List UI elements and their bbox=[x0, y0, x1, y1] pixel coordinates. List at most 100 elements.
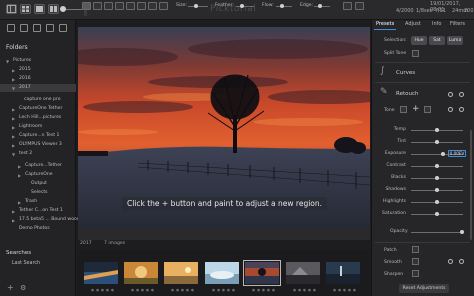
film-thumb-selected[interactable] bbox=[243, 260, 281, 286]
tab-filters[interactable]: Filters bbox=[450, 21, 465, 28]
film-thumb[interactable] bbox=[124, 262, 158, 284]
patch-tool-icon[interactable] bbox=[412, 246, 419, 253]
opacity-slider[interactable] bbox=[411, 232, 463, 233]
retouch-reset[interactable] bbox=[459, 92, 464, 97]
folder-item[interactable]: Demo Photos bbox=[0, 225, 76, 233]
folder-item[interactable]: ▶ Tether C...on Test 1 bbox=[0, 207, 76, 215]
folder-item[interactable]: ▶ Lightroom bbox=[0, 123, 76, 131]
import-icon[interactable] bbox=[7, 24, 15, 32]
rating-stars[interactable]: ● ● ● ● ● bbox=[91, 288, 114, 292]
reset-adjustments-button[interactable]: Reset Adjustments bbox=[399, 284, 449, 293]
add-folder-button[interactable]: + bbox=[7, 283, 14, 292]
folder-item[interactable]: ▶ Capture...n Test 1 bbox=[0, 132, 76, 140]
tab-presets[interactable]: Presets bbox=[376, 21, 394, 28]
film-thumb[interactable] bbox=[84, 262, 118, 284]
split-tone-swatch[interactable] bbox=[412, 50, 419, 57]
folder-item[interactable]: ▶ Capture...Tether bbox=[0, 162, 76, 170]
feather-slider-knob[interactable] bbox=[240, 4, 244, 8]
panel-scrollbar[interactable] bbox=[470, 130, 472, 240]
folder-item[interactable]: Selects bbox=[0, 189, 76, 197]
folder-item-selected[interactable]: ▼ 2017 bbox=[0, 84, 76, 92]
folder-item[interactable]: ▶ 2016 bbox=[0, 75, 76, 83]
film-thumb[interactable] bbox=[205, 262, 239, 284]
retouch-title[interactable]: Retouch bbox=[396, 91, 418, 97]
eraser-tool[interactable] bbox=[93, 2, 102, 10]
tab-info[interactable]: Info bbox=[432, 21, 441, 28]
folder-item[interactable]: ▶ OLYMPUS Viewer 3 bbox=[0, 141, 76, 149]
gradient-tool[interactable] bbox=[104, 2, 113, 10]
tone-reset[interactable] bbox=[459, 107, 464, 112]
luma-button[interactable]: Luma bbox=[447, 36, 463, 45]
size-slider-knob[interactable] bbox=[194, 4, 198, 8]
smooth-toggle[interactable] bbox=[448, 259, 453, 264]
mask-tool[interactable] bbox=[137, 2, 146, 10]
rating-stars[interactable]: ● ● ● ● ● bbox=[293, 288, 316, 292]
folder-item[interactable]: Output bbox=[0, 180, 76, 188]
folder-item[interactable]: ▶ CaptureOne bbox=[0, 171, 76, 179]
adjustment-slider-knob[interactable] bbox=[435, 140, 439, 144]
sharpen-tool-icon[interactable] bbox=[412, 270, 419, 277]
add-region-icon[interactable]: + bbox=[412, 104, 420, 114]
clear-mask-tool[interactable] bbox=[159, 2, 168, 10]
rating-stars[interactable]: ● ● ● ● ● bbox=[333, 288, 356, 292]
edge-slider[interactable] bbox=[314, 6, 330, 7]
share-icon[interactable] bbox=[59, 24, 67, 32]
feather-slider[interactable] bbox=[236, 6, 254, 7]
folder-item[interactable]: ▼ Pictures bbox=[0, 57, 76, 65]
fill-tool[interactable] bbox=[126, 2, 135, 10]
sidebar-settings-button[interactable]: ⚙ bbox=[20, 284, 26, 292]
sidebar-toggle-button[interactable] bbox=[6, 4, 17, 14]
smooth-reset[interactable] bbox=[459, 259, 464, 264]
curves-title[interactable]: Curves bbox=[396, 70, 415, 76]
adjustment-label: Highlights bbox=[382, 199, 406, 204]
adjustment-slider-knob[interactable] bbox=[435, 176, 439, 180]
exposure-value-field[interactable]: 0.00EV bbox=[448, 150, 466, 157]
folder-item[interactable]: ▼ test 2 bbox=[0, 150, 76, 158]
size-slider[interactable] bbox=[188, 6, 208, 7]
camera-icon[interactable] bbox=[355, 2, 364, 10]
hue-button[interactable]: Hue bbox=[411, 36, 427, 45]
smooth-tool-icon[interactable] bbox=[412, 258, 419, 265]
region-icon[interactable] bbox=[424, 106, 431, 113]
adjustment-slider-knob[interactable] bbox=[435, 212, 439, 216]
last-search-item[interactable]: Last Search bbox=[12, 261, 40, 266]
folder-icon[interactable] bbox=[33, 24, 41, 32]
brush-tool[interactable] bbox=[82, 2, 91, 10]
compare-view-button[interactable] bbox=[48, 4, 59, 14]
folder-item[interactable]: ▶ CaptureOne Tether bbox=[0, 105, 76, 113]
folder-item[interactable]: ▶ 2015 bbox=[0, 66, 76, 74]
thumbnail-size-slider[interactable] bbox=[64, 9, 82, 10]
opacity-slider-knob[interactable] bbox=[460, 230, 464, 234]
edge-slider-knob[interactable] bbox=[318, 4, 322, 8]
info-icon[interactable] bbox=[46, 24, 54, 32]
film-thumb[interactable] bbox=[164, 262, 198, 284]
sat-button[interactable]: Sat bbox=[429, 36, 445, 45]
adjustment-slider-knob[interactable] bbox=[435, 188, 439, 192]
folder-item[interactable]: ▶ Lech Hill...pictures bbox=[0, 114, 76, 122]
overlay-toggle-button[interactable] bbox=[343, 2, 352, 10]
rating-stars[interactable]: ● ● ● ● ● bbox=[252, 288, 275, 292]
rating-stars[interactable]: ● ● ● ● ● bbox=[212, 288, 235, 292]
film-thumb[interactable] bbox=[286, 262, 320, 284]
retouch-toggle[interactable] bbox=[448, 92, 453, 97]
rating-stars[interactable]: ● ● ● ● ● bbox=[131, 288, 154, 292]
export-icon[interactable] bbox=[20, 24, 28, 32]
flow-slider-knob[interactable] bbox=[280, 4, 284, 8]
thumbnail-size-knob[interactable] bbox=[60, 6, 66, 12]
folder-item[interactable]: capture one pro bbox=[0, 96, 76, 104]
film-thumb[interactable] bbox=[326, 262, 360, 284]
invert-mask-tool[interactable] bbox=[148, 2, 157, 10]
grid-view-button[interactable] bbox=[20, 4, 31, 14]
flow-slider[interactable] bbox=[276, 6, 292, 7]
single-view-button[interactable] bbox=[34, 4, 45, 14]
tab-adjust[interactable]: Adjust bbox=[405, 21, 421, 28]
adjustment-slider-knob[interactable] bbox=[435, 128, 439, 132]
adjustment-slider-knob[interactable] bbox=[435, 164, 439, 168]
folder-item[interactable]: ▶ Trash bbox=[0, 198, 76, 206]
rating-stars[interactable]: ● ● ● ● ● bbox=[171, 288, 194, 292]
tone-toggle[interactable] bbox=[448, 107, 453, 112]
adjustment-slider-knob[interactable] bbox=[435, 200, 439, 204]
radial-tool[interactable] bbox=[115, 2, 124, 10]
folder-item[interactable]: ▶ 17.5 beta5 ... Bound wood bbox=[0, 216, 80, 224]
tone-mode-icon[interactable] bbox=[400, 106, 407, 113]
